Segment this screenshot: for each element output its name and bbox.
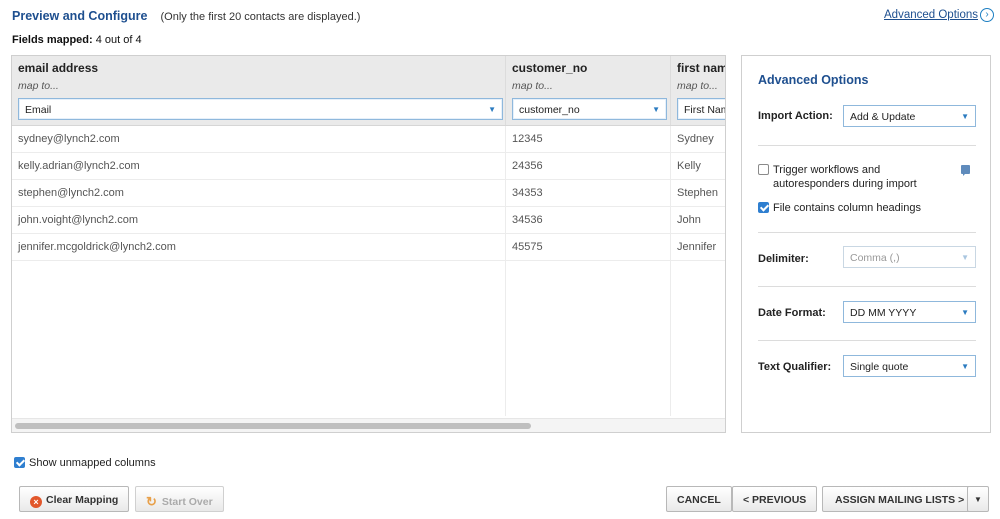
clear-mapping-button[interactable]: × Clear Mapping bbox=[19, 486, 130, 512]
show-unmapped-label: Show unmapped columns bbox=[29, 457, 156, 469]
divider bbox=[758, 145, 976, 146]
table-row: kelly.adrian@lynch2.com 24356 Kelly bbox=[12, 153, 725, 180]
cell-email: sydney@lynch2.com bbox=[18, 133, 120, 145]
select-value: Add & Update bbox=[850, 111, 916, 123]
fields-mapped-label: Fields mapped: bbox=[12, 34, 93, 46]
column-header-customer-no: customer_no map to... customer_no ▼ bbox=[505, 56, 670, 125]
header: Preview and Configure (Only the first 20… bbox=[12, 8, 994, 27]
table-row: stephen@lynch2.com 34353 Stephen bbox=[12, 180, 725, 207]
cell-email: jennifer.mcgoldrick@lynch2.com bbox=[18, 241, 176, 253]
column-map-to: map to... bbox=[677, 80, 718, 92]
column-mapping-select-first-name[interactable]: First Nam bbox=[677, 98, 726, 120]
select-value: Single quote bbox=[850, 361, 909, 373]
chevron-down-icon[interactable]: ▼ bbox=[967, 486, 989, 512]
cell-customer-no: 34353 bbox=[505, 180, 670, 207]
column-map-to: map to... bbox=[18, 80, 59, 92]
clear-mapping-label: Clear Mapping bbox=[46, 494, 119, 506]
column-mapping-select-customer-no[interactable]: customer_no ▼ bbox=[512, 98, 667, 120]
show-unmapped-checkbox[interactable] bbox=[14, 457, 25, 468]
horizontal-scrollbar[interactable] bbox=[12, 418, 725, 432]
cell-first-name: Jennifer bbox=[670, 234, 725, 261]
date-format-select[interactable]: DD MM YYYY ▼ bbox=[843, 301, 976, 323]
column-title: first nam bbox=[677, 61, 726, 75]
delimiter-label: Delimiter: bbox=[758, 253, 809, 265]
cell-customer-no: 24356 bbox=[505, 153, 670, 180]
start-over-button[interactable]: ↻ Start Over bbox=[135, 486, 224, 512]
cell-email: stephen@lynch2.com bbox=[18, 187, 124, 199]
divider bbox=[758, 340, 976, 341]
advanced-options-link[interactable]: Advanced Options bbox=[884, 9, 978, 21]
preview-grid: email address map to... Email ▼ customer… bbox=[11, 55, 726, 433]
divider bbox=[758, 232, 976, 233]
table-row: jennifer.mcgoldrick@lynch2.com 45575 Jen… bbox=[12, 234, 725, 261]
column-header-email: email address map to... Email ▼ bbox=[12, 56, 505, 125]
table-row: john.voight@lynch2.com 34536 John bbox=[12, 207, 725, 234]
trigger-workflows-checkbox[interactable] bbox=[758, 164, 769, 175]
page-title: Preview and Configure bbox=[12, 9, 148, 23]
delimiter-select[interactable]: Comma (,) ▼ bbox=[843, 246, 976, 268]
cell-email: kelly.adrian@lynch2.com bbox=[18, 160, 140, 172]
column-mapping-select-email[interactable]: Email ▼ bbox=[18, 98, 503, 120]
dropdown-arrow-icon[interactable]: ▼ bbox=[652, 105, 660, 114]
refresh-icon: ↻ bbox=[146, 494, 157, 509]
dropdown-arrow-icon[interactable]: ▼ bbox=[961, 112, 969, 121]
dropdown-arrow-icon[interactable]: ▼ bbox=[961, 308, 969, 317]
column-title: customer_no bbox=[512, 61, 588, 75]
fields-mapped: Fields mapped: 4 out of 4 bbox=[12, 34, 142, 46]
fields-mapped-value: 4 out of 4 bbox=[95, 34, 142, 46]
cancel-button[interactable]: CANCEL bbox=[666, 486, 732, 512]
chevron-right-circle-icon[interactable]: › bbox=[980, 8, 994, 22]
trigger-workflows-text-1: Trigger workflows and bbox=[773, 164, 881, 176]
column-map-to: map to... bbox=[512, 80, 553, 92]
table-row: sydney@lynch2.com 12345 Sydney bbox=[12, 126, 725, 153]
advanced-options-panel: Advanced Options Import Action: Add & Up… bbox=[741, 55, 991, 433]
help-comment-icon[interactable] bbox=[961, 165, 970, 176]
date-format-label: Date Format: bbox=[758, 307, 826, 319]
text-qualifier-select[interactable]: Single quote ▼ bbox=[843, 355, 976, 377]
column-headings-text: File contains column headings bbox=[773, 202, 921, 214]
previous-button[interactable]: < PREVIOUS bbox=[732, 486, 818, 512]
import-action-select[interactable]: Add & Update ▼ bbox=[843, 105, 976, 127]
cell-first-name: Stephen bbox=[670, 180, 725, 207]
panel-title: Advanced Options bbox=[758, 73, 869, 87]
page-subtitle: (Only the first 20 contacts are displaye… bbox=[160, 11, 361, 23]
cell-customer-no: 34536 bbox=[505, 207, 670, 234]
column-header-first-name: first nam map to... First Nam bbox=[670, 56, 726, 125]
start-over-label: Start Over bbox=[161, 496, 213, 508]
grid-body: sydney@lynch2.com 12345 Sydney kelly.adr… bbox=[12, 126, 725, 261]
trigger-workflows-text-2: autoresponders during import bbox=[773, 178, 917, 190]
text-qualifier-label: Text Qualifier: bbox=[758, 361, 832, 373]
cell-first-name: John bbox=[670, 207, 725, 234]
divider bbox=[758, 286, 976, 287]
dropdown-arrow-icon[interactable]: ▼ bbox=[961, 362, 969, 371]
grid-header: email address map to... Email ▼ customer… bbox=[12, 56, 725, 126]
import-action-label: Import Action: bbox=[758, 110, 833, 122]
assign-mailing-lists-button[interactable]: ASSIGN MAILING LISTS > bbox=[822, 486, 976, 512]
dropdown-arrow-icon[interactable]: ▼ bbox=[961, 253, 969, 262]
cell-first-name: Sydney bbox=[670, 126, 725, 153]
select-value: customer_no bbox=[519, 104, 580, 116]
trigger-workflows-option[interactable]: Trigger workflows and autoresponders dur… bbox=[758, 164, 917, 190]
column-headings-checkbox[interactable] bbox=[758, 202, 769, 213]
column-title: email address bbox=[18, 61, 99, 75]
scrollbar-thumb[interactable] bbox=[15, 423, 531, 429]
cell-customer-no: 12345 bbox=[505, 126, 670, 153]
cell-email: john.voight@lynch2.com bbox=[18, 214, 139, 226]
clear-icon: × bbox=[30, 496, 42, 508]
dropdown-arrow-icon[interactable]: ▼ bbox=[488, 105, 496, 114]
select-value: Comma (,) bbox=[850, 252, 900, 264]
select-value: Email bbox=[25, 104, 52, 116]
cell-first-name: Kelly bbox=[670, 153, 725, 180]
show-unmapped-option[interactable]: Show unmapped columns bbox=[14, 457, 156, 469]
select-value: First Nam bbox=[684, 104, 726, 116]
column-headings-option[interactable]: File contains column headings bbox=[758, 202, 921, 214]
select-value: DD MM YYYY bbox=[850, 307, 917, 319]
cell-customer-no: 45575 bbox=[505, 234, 670, 261]
